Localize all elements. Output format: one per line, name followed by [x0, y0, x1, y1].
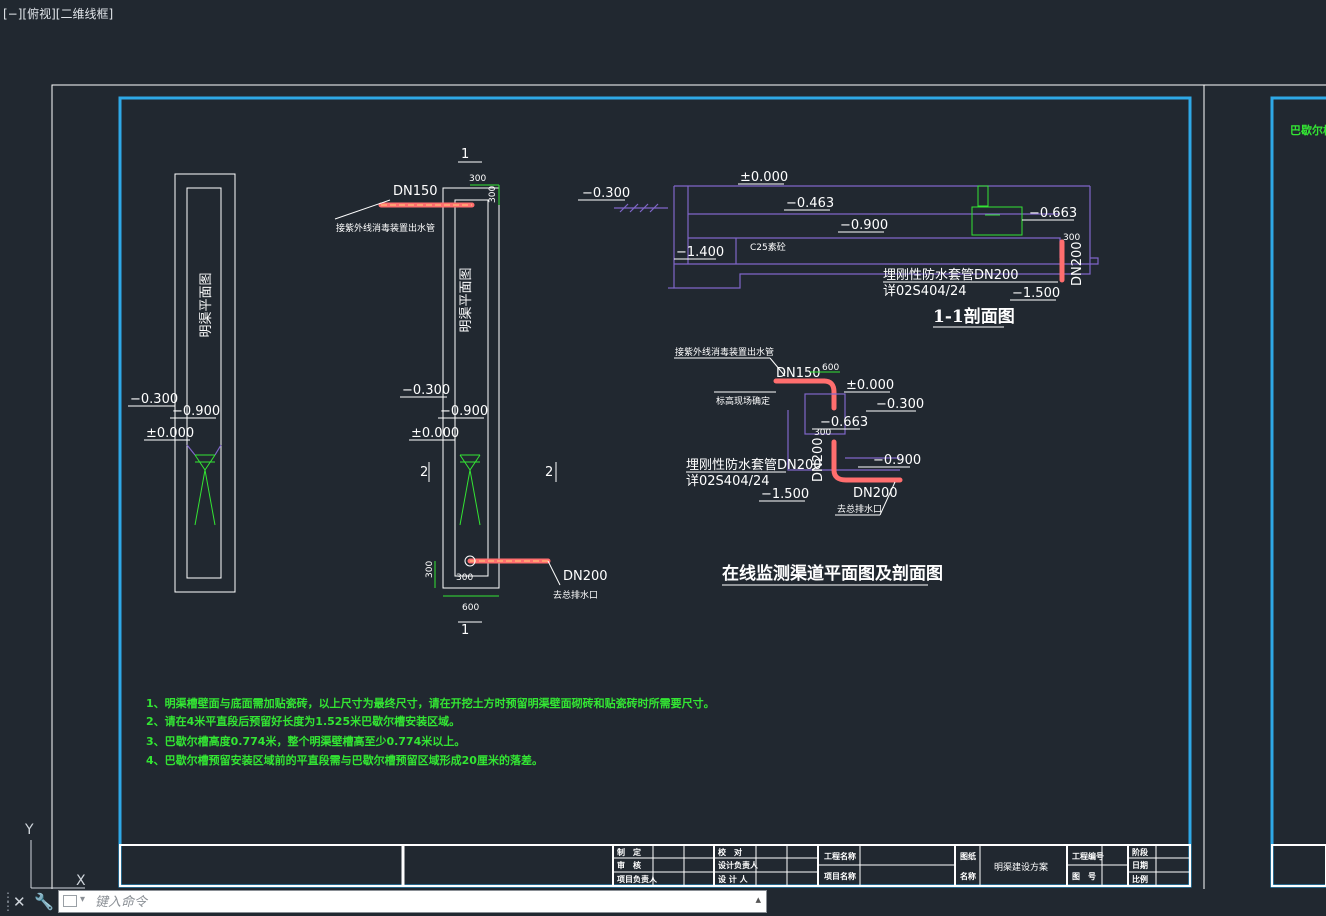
- svg-text:300: 300: [814, 428, 831, 438]
- notes: 1、明渠槽壁面与底面需加贴瓷砖，以上尺寸为最终尺寸，请在开挖土方时预留明渠壁面砌…: [146, 696, 715, 767]
- plan1-label: 明渠平面图: [199, 272, 214, 337]
- title-block: 制 定 审 核 项目负责人 校 对 设计负责人 设 计 人 工程名称 项目名称 …: [119, 844, 1326, 887]
- svg-text:1: 1: [461, 147, 469, 162]
- svg-text:1、明渠槽壁面与底面需加贴瓷砖，以上尺寸为最终尺寸，请在开挖: 1、明渠槽壁面与底面需加贴瓷砖，以上尺寸为最终尺寸，请在开挖土方时预留明渠壁面砌…: [146, 696, 715, 710]
- svg-text:工程编号: 工程编号: [1072, 851, 1104, 861]
- svg-text:标高现场确定: 标高现场确定: [716, 395, 770, 407]
- section-1-1: −0.300 C25素砼 ±0.000 −0.463 −0.900 −0.663…: [578, 170, 1099, 328]
- svg-text:300: 300: [456, 573, 473, 583]
- svg-text:设计负责人: 设计负责人: [718, 860, 759, 870]
- wrench-icon[interactable]: 🔧: [34, 892, 54, 911]
- prompt-icon[interactable]: [63, 895, 77, 907]
- svg-text:项目名称: 项目名称: [824, 871, 856, 881]
- svg-text:DN200: DN200: [1070, 241, 1085, 286]
- svg-text:±0.000: ±0.000: [146, 426, 194, 441]
- svg-text:600: 600: [462, 603, 479, 613]
- drawing-name: 明渠建设方案: [994, 861, 1048, 873]
- right-sheet-note: 巴歇尔槽: [1290, 123, 1326, 137]
- svg-text:C25素砼: C25素砼: [750, 241, 786, 253]
- svg-text:DN200: DN200: [563, 569, 608, 584]
- svg-text:4、巴歇尔槽预留安装区域前的平直段需与巴歇尔槽预留区域形成2: 4、巴歇尔槽预留安装区域前的平直段需与巴歇尔槽预留区域形成20厘米的落差。: [146, 753, 543, 767]
- svg-text:−0.900: −0.900: [440, 404, 488, 419]
- svg-text:去总排水口: 去总排水口: [837, 503, 882, 515]
- sheet-border: [51, 84, 1326, 899]
- svg-text:−0.300: −0.300: [130, 392, 178, 407]
- svg-text:详02S404/24: 详02S404/24: [883, 284, 967, 299]
- svg-text:图 号: 图 号: [1072, 872, 1096, 881]
- drawing-canvas[interactable]: .w { stroke:#ffffff; fill:none; stroke-w…: [0, 0, 1326, 916]
- svg-text:−1.400: −1.400: [676, 245, 724, 260]
- svg-text:2: 2: [545, 465, 553, 480]
- plan-view-2: 明渠平面图 1 1 2 2 DN150 接紫外线消毒装置出水管 300 300 …: [334, 147, 608, 638]
- svg-text:名称: 名称: [960, 871, 976, 881]
- svg-text:日期: 日期: [1132, 860, 1148, 870]
- svg-text:−1.500: −1.500: [761, 487, 809, 502]
- svg-text:−0.300: −0.300: [876, 397, 924, 412]
- svg-text:阶段: 阶段: [1132, 847, 1148, 857]
- svg-text:校 对: 校 对: [718, 847, 742, 857]
- svg-text:300: 300: [488, 186, 498, 203]
- svg-text:−0.900: −0.900: [840, 218, 888, 233]
- command-input[interactable]: [95, 893, 735, 911]
- svg-text:图纸: 图纸: [960, 851, 976, 861]
- svg-text:审 核: 审 核: [617, 860, 641, 870]
- section-2-2: 接紫外线消毒装置出水管 DN150 600 标高现场确定 ±0.000 −0.3…: [674, 346, 924, 516]
- svg-text:2、请在4米平直段后预留好长度为1.525米巴歇尔槽安装区域: 2、请在4米平直段后预留好长度为1.525米巴歇尔槽安装区域。: [146, 714, 460, 728]
- svg-text:−0.300: −0.300: [582, 186, 630, 201]
- svg-text:−0.900: −0.900: [172, 404, 220, 419]
- svg-text:埋刚性防水套管DN200: 埋刚性防水套管DN200: [883, 267, 1019, 283]
- svg-text:制 定: 制 定: [617, 847, 641, 857]
- svg-text:去总排水口: 去总排水口: [553, 589, 598, 601]
- svg-text:项目负责人: 项目负责人: [617, 874, 658, 884]
- chevron-down-icon[interactable]: ▾: [80, 894, 85, 905]
- svg-text:−1.500: −1.500: [1012, 286, 1060, 301]
- svg-text:详02S404/24: 详02S404/24: [686, 474, 770, 489]
- viewport-controls[interactable]: [−][俯视][二维线框]: [3, 5, 113, 22]
- ucs-x-label: X: [76, 873, 86, 889]
- drag-handle-icon[interactable]: ⋮ ⋮: [2, 891, 14, 912]
- svg-text:DN150: DN150: [393, 184, 438, 199]
- svg-text:1-1剖面图: 1-1剖面图: [933, 306, 1015, 327]
- svg-text:300: 300: [469, 174, 486, 184]
- svg-text:DN200: DN200: [853, 486, 898, 501]
- svg-text:比例: 比例: [1132, 874, 1148, 884]
- ucs-y-label: Y: [25, 822, 34, 838]
- plan2-label: 明渠平面图: [459, 267, 474, 332]
- svg-text:接紫外线消毒装置出水管: 接紫外线消毒装置出水管: [675, 346, 774, 358]
- svg-text:±0.000: ±0.000: [411, 426, 459, 441]
- svg-text:3、巴歇尔槽高度0.774米，整个明渠壁槽高至少0.774米: 3、巴歇尔槽高度0.774米，整个明渠壁槽高至少0.774米以上。: [146, 734, 465, 748]
- svg-text:−0.463: −0.463: [786, 196, 834, 211]
- svg-text:工程名称: 工程名称: [824, 851, 856, 861]
- svg-text:−0.900: −0.900: [873, 453, 921, 468]
- svg-text:接紫外线消毒装置出水管: 接紫外线消毒装置出水管: [336, 222, 435, 234]
- svg-text:300: 300: [425, 561, 435, 578]
- svg-text:1: 1: [461, 623, 469, 638]
- plan-view-1: 明渠平面图 −0.300 −0.900 ±0.000: [128, 173, 236, 593]
- command-line[interactable]: ▾ ▴: [58, 890, 767, 913]
- svg-text:±0.000: ±0.000: [846, 378, 894, 393]
- main-title: 在线监测渠道平面图及剖面图: [722, 563, 943, 584]
- svg-text:设 计 人: 设 计 人: [718, 874, 749, 884]
- close-icon[interactable]: ✕: [13, 893, 26, 911]
- svg-text:−0.300: −0.300: [402, 383, 450, 398]
- svg-text:埋刚性防水套管DN200: 埋刚性防水套管DN200: [686, 457, 822, 473]
- chevron-up-icon[interactable]: ▴: [755, 893, 761, 906]
- svg-text:2: 2: [420, 465, 428, 480]
- svg-text:±0.000: ±0.000: [740, 170, 788, 185]
- svg-text:−0.663: −0.663: [1029, 206, 1077, 221]
